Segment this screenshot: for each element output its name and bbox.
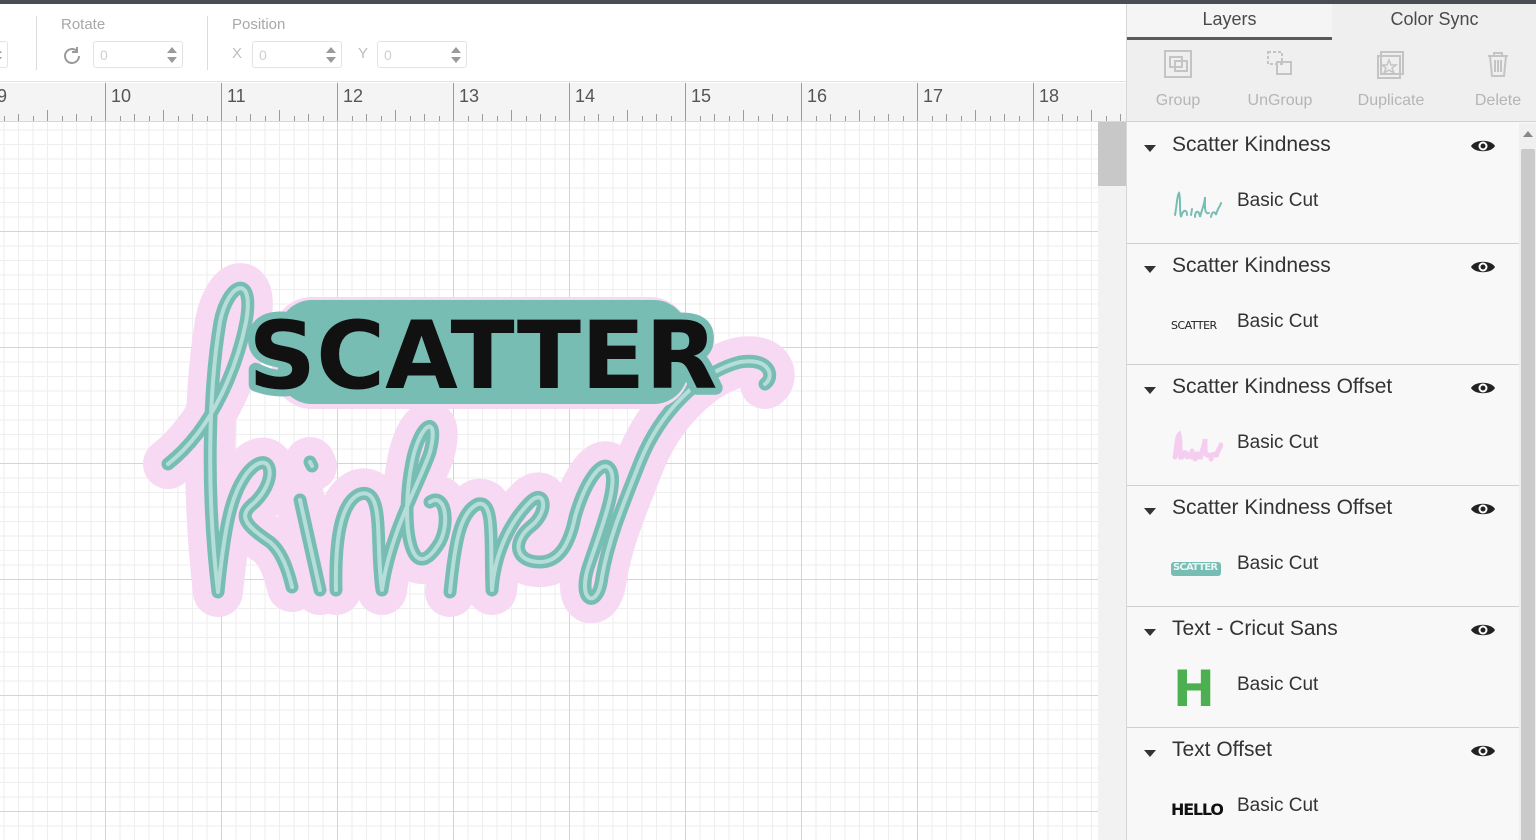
ungroup-label: UnGroup xyxy=(1247,92,1313,109)
eye-icon[interactable] xyxy=(1470,137,1496,155)
ruler-mark: 13 xyxy=(459,86,480,106)
thumb-h-text: H xyxy=(1173,661,1215,717)
ruler-mark: 12 xyxy=(343,86,364,106)
delete-label: Delete xyxy=(1474,92,1522,109)
toolbar: Rotate 0 Position X 0 Y 0 xyxy=(0,4,1126,82)
layer-item[interactable]: Text Offset HELLO Basic Cut xyxy=(1127,728,1519,840)
eye-icon[interactable] xyxy=(1470,742,1496,760)
collapse-caret-icon[interactable] xyxy=(1144,266,1156,273)
layer-thumbnail xyxy=(1171,185,1223,225)
layer-item[interactable]: Scatter Kindness Basic Cut xyxy=(1127,123,1519,244)
layer-list: Scatter Kindness Basic Cut Scatter Kindn… xyxy=(1127,123,1519,840)
ruler-mark: 15 xyxy=(691,86,712,106)
y-position-input[interactable]: 0 xyxy=(377,41,467,68)
ruler-ticks xyxy=(4,83,1121,121)
scatter-text: SCATTER xyxy=(248,302,717,411)
ungroup-icon xyxy=(1267,51,1292,75)
thumb-hello-text: HELLO xyxy=(1171,800,1223,819)
x-position-input[interactable]: 0 xyxy=(252,41,342,68)
position-label: Position xyxy=(232,16,286,33)
toolbar-divider xyxy=(36,16,37,70)
duplicate-button[interactable]: Duplicate xyxy=(1340,40,1442,122)
tab-layers[interactable]: Layers xyxy=(1127,4,1332,40)
collapse-caret-icon[interactable] xyxy=(1144,629,1156,636)
ruler-mark: 18 xyxy=(1039,86,1060,106)
layer-thumbnail: SCATTER xyxy=(1171,548,1223,588)
rotate-value: 0 xyxy=(100,47,108,63)
layer-item[interactable]: Scatter Kindness SCATTER Basic Cut xyxy=(1127,244,1519,365)
eye-icon[interactable] xyxy=(1470,258,1496,276)
layer-name: Scatter Kindness xyxy=(1172,133,1331,156)
design-artwork[interactable]: SCATTER SCATTER xyxy=(0,122,1098,840)
size-stepper-partial[interactable] xyxy=(0,41,8,68)
layer-name: Scatter Kindness Offset xyxy=(1172,375,1393,398)
duplicate-label: Duplicate xyxy=(1357,92,1425,109)
canvas-vertical-scrollbar[interactable] xyxy=(1098,122,1126,840)
scrollbar-thumb[interactable] xyxy=(1521,149,1535,840)
tab-color-sync[interactable]: Color Sync xyxy=(1332,4,1536,40)
rotate-input[interactable]: 0 xyxy=(93,41,183,68)
rotate-icon[interactable] xyxy=(60,44,84,73)
toolbar-divider xyxy=(207,16,208,70)
ruler-mark: 11 xyxy=(227,86,246,106)
y-value: 0 xyxy=(384,47,392,63)
layer-name: Text - Cricut Sans xyxy=(1172,617,1338,640)
panel-tabs: Layers Color Sync xyxy=(1127,4,1536,40)
layer-thumbnail xyxy=(1171,427,1223,467)
eye-icon[interactable] xyxy=(1470,379,1496,397)
horizontal-ruler: 9 10 11 12 13 14 15 16 17 18 xyxy=(0,83,1126,122)
layer-operation: Basic Cut xyxy=(1237,432,1319,453)
layer-operation: Basic Cut xyxy=(1237,553,1319,574)
collapse-caret-icon[interactable] xyxy=(1144,145,1156,152)
layers-panel: Layers Color Sync Group UnGroup Duplicat… xyxy=(1126,4,1536,840)
collapse-caret-icon[interactable] xyxy=(1144,508,1156,515)
ruler-mark: 9 xyxy=(0,86,7,107)
layer-actions: Group UnGroup Duplicate Delete xyxy=(1127,40,1536,122)
layer-operation: Basic Cut xyxy=(1237,674,1319,695)
layer-operation: Basic Cut xyxy=(1237,190,1319,211)
layer-name: Scatter Kindness Offset xyxy=(1172,496,1393,519)
thumb-scatter-text: SCATTER xyxy=(1173,562,1218,573)
rotate-label: Rotate xyxy=(61,16,106,33)
y-label: Y xyxy=(358,45,369,62)
group-icon xyxy=(1164,50,1192,78)
eye-icon[interactable] xyxy=(1470,500,1496,518)
x-value: 0 xyxy=(259,47,267,63)
layer-thumbnail: SCATTER xyxy=(1171,306,1223,346)
scrollbar-thumb[interactable] xyxy=(1098,122,1126,186)
layer-item[interactable]: Scatter Kindness Offset Basic Cut xyxy=(1127,365,1519,486)
layer-item[interactable]: Scatter Kindness Offset SCATTER Basic Cu… xyxy=(1127,486,1519,607)
x-label: X xyxy=(232,45,243,62)
ruler-mark: 10 xyxy=(111,86,132,106)
duplicate-icon xyxy=(1377,51,1404,79)
group-label: Group xyxy=(1155,92,1201,109)
ungroup-button[interactable]: UnGroup xyxy=(1229,40,1331,122)
collapse-caret-icon[interactable] xyxy=(1144,387,1156,394)
layer-thumbnail: HELLO xyxy=(1171,790,1223,830)
ruler-mark: 16 xyxy=(807,86,828,106)
eye-icon[interactable] xyxy=(1470,621,1496,639)
layer-operation: Basic Cut xyxy=(1237,795,1319,816)
layer-name: Scatter Kindness xyxy=(1172,254,1331,277)
ruler-mark: 17 xyxy=(923,86,944,106)
design-canvas[interactable]: SCATTER SCATTER xyxy=(0,122,1098,840)
layer-item[interactable]: Text - Cricut Sans H Basic Cut xyxy=(1127,607,1519,728)
layer-thumbnail: H xyxy=(1171,661,1223,717)
layer-operation: Basic Cut xyxy=(1237,311,1319,332)
collapse-caret-icon[interactable] xyxy=(1144,750,1156,757)
layer-name: Text Offset xyxy=(1172,738,1272,761)
trash-icon xyxy=(1488,52,1508,77)
layers-scrollbar[interactable] xyxy=(1519,123,1536,840)
thumb-scatter-text: SCATTER xyxy=(1171,319,1217,332)
delete-button[interactable]: Delete xyxy=(1447,40,1536,122)
scroll-up-icon[interactable] xyxy=(1523,131,1533,137)
ruler-mark: 14 xyxy=(575,86,596,106)
group-button[interactable]: Group xyxy=(1127,40,1229,122)
